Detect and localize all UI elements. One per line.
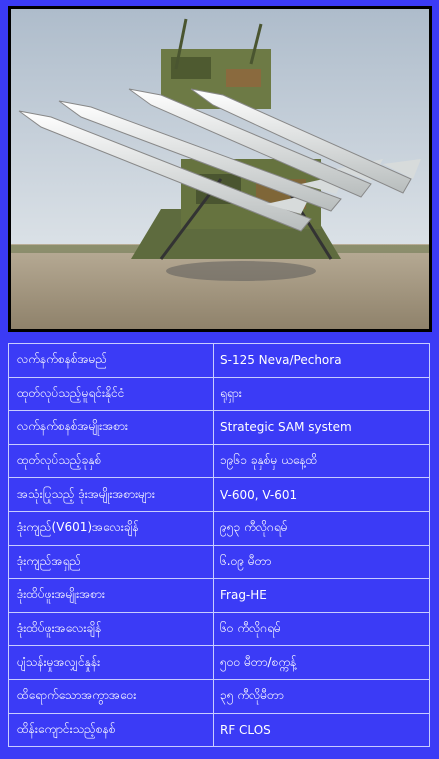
launcher-photo: [8, 6, 432, 332]
table-row: ဒုံးထိပ်ဖူးအမျိုးအစား Frag-HE: [8, 578, 430, 613]
spec-value: RF CLOS: [213, 712, 430, 748]
spec-label: လက်နက်စနစ်အမျိုးအစား: [8, 410, 214, 445]
spec-value: ၅၀၀ မီတာ/စက္ကန့်: [213, 645, 430, 680]
spec-label: ပျံသန်းမှုအလျှင်နှုန်း: [8, 645, 214, 680]
launcher-illustration: [11, 9, 429, 329]
spec-value: Frag-HE: [213, 578, 430, 613]
table-row: ထိရောက်သောအကွာအဝေး ၃၅ ကီလိုမီတာ: [8, 678, 430, 714]
table-row: ထုတ်လုပ်သည့်မူရင်းနိုင်ငံ ရုရှား: [8, 376, 430, 412]
spec-value: S-125 Neva/Pechora: [213, 343, 430, 378]
spec-value: ၉၅၃ ကီလိုဂရမ်: [213, 510, 430, 546]
spec-label: ထိရောက်သောအကွာအဝေး: [8, 678, 214, 714]
spec-label: ဒုံးကျည်အရှည်: [8, 544, 214, 580]
spec-value: V-600, V-601: [213, 477, 430, 512]
table-row: ထုတ်လုပ်သည့်ခုနှစ် ၁၉၆၁ ခုနှစ်မှ ယနေ့ထိ: [8, 443, 430, 479]
spec-label: လက်နက်စနစ်အမည်: [8, 343, 214, 378]
spec-value: ၆၀ ကီလိုဂရမ်: [213, 611, 430, 647]
spec-label: အသုံးပြုသည့် ဒုံးအမျိုးအစားများ: [8, 477, 214, 512]
table-row: အသုံးပြုသည့် ဒုံးအမျိုးအစားများ V-600, V-…: [8, 477, 430, 512]
spec-label: ဒုံးကျည်(V601)အလေးချိန်: [8, 510, 214, 546]
spec-label: ဒုံးထိပ်ဖူးအလေးချိန်: [8, 611, 214, 647]
table-row: လက်နက်စနစ်အမျိုးအစား Strategic SAM system: [8, 410, 430, 445]
table-row: ဒုံးကျည်(V601)အလေးချိန် ၉၅၃ ကီလိုဂရမ်: [8, 510, 430, 546]
spec-label: ထိန်းကျောင်းသည့်စနစ်: [8, 712, 214, 748]
spec-label: ထုတ်လုပ်သည့်မူရင်းနိုင်ငံ: [8, 376, 214, 412]
specifications-table: လက်နက်စနစ်အမည် S-125 Neva/Pechora ထုတ်လုပ်…: [8, 343, 430, 748]
table-row: လက်နက်စနစ်အမည် S-125 Neva/Pechora: [8, 343, 430, 378]
spec-value: Strategic SAM system: [213, 410, 430, 445]
table-row: ထိန်းကျောင်းသည့်စနစ် RF CLOS: [8, 712, 430, 748]
spec-value: ၃၅ ကီလိုမီတာ: [213, 678, 430, 714]
spec-label: ဒုံးထိပ်ဖူးအမျိုးအစား: [8, 578, 214, 613]
spec-label: ထုတ်လုပ်သည့်ခုနှစ်: [8, 443, 214, 479]
spec-value: ၆.၀၉ မီတာ: [213, 544, 430, 580]
table-row: ဒုံးထိပ်ဖူးအလေးချိန် ၆၀ ကီလိုဂရမ်: [8, 611, 430, 647]
spec-value: ၁၉၆၁ ခုနှစ်မှ ယနေ့ထိ: [213, 443, 430, 479]
table-row: ပျံသန်းမှုအလျှင်နှုန်း ၅၀၀ မီတာ/စက္ကန့်: [8, 645, 430, 680]
spec-value: ရုရှား: [213, 376, 430, 412]
table-row: ဒုံးကျည်အရှည် ၆.၀၉ မီတာ: [8, 544, 430, 580]
